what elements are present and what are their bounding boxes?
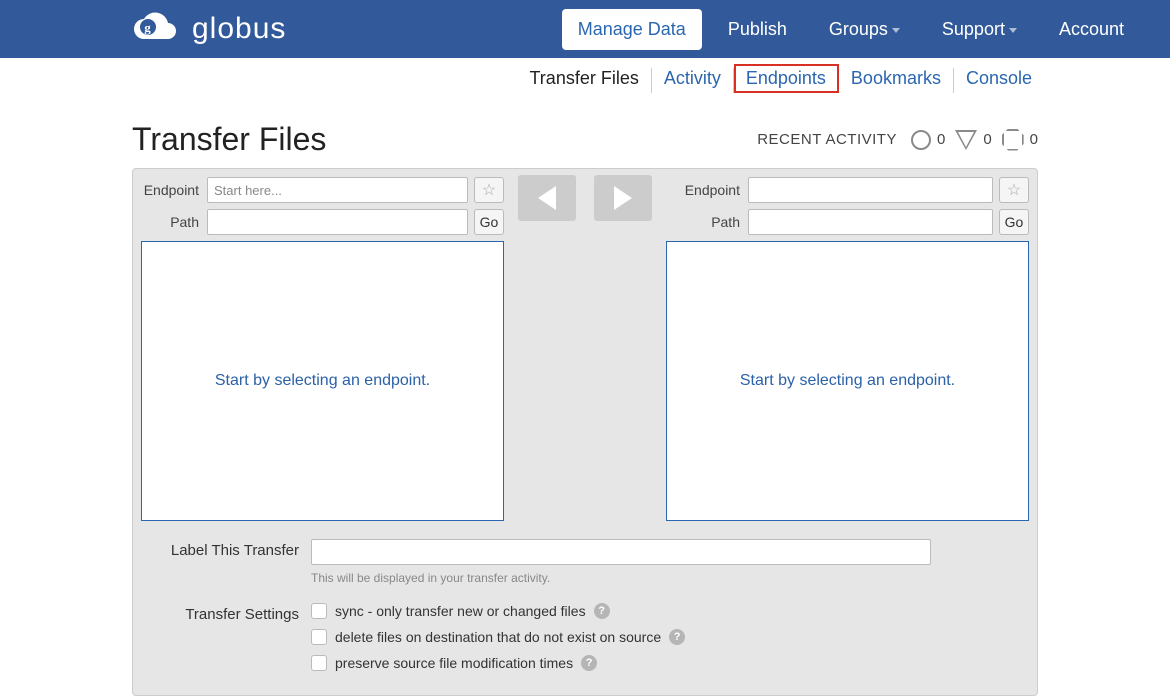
- source-endpoint-input[interactable]: [207, 177, 468, 203]
- help-icon[interactable]: ?: [669, 629, 685, 645]
- globus-cloud-icon: g: [130, 11, 180, 47]
- destination-bookmark-button[interactable]: ☆: [999, 177, 1029, 203]
- destination-path-input[interactable]: [748, 209, 993, 235]
- star-icon: ☆: [482, 180, 496, 200]
- subnav-endpoints[interactable]: Endpoints: [734, 64, 839, 93]
- nav-publish[interactable]: Publish: [712, 9, 803, 50]
- triangle-icon: [955, 130, 977, 150]
- source-go-button[interactable]: Go: [474, 209, 504, 235]
- label-transfer-input[interactable]: [311, 539, 931, 565]
- source-file-list[interactable]: Start by selecting an endpoint.: [141, 241, 504, 521]
- top-menu: Manage Data Publish Groups Support Accou…: [562, 9, 1140, 50]
- transfer-panel: Endpoint ☆ Path Go Start by selecting an…: [132, 168, 1038, 696]
- page-title: Transfer Files: [132, 121, 326, 158]
- recent-activity-ok[interactable]: 0: [911, 130, 945, 150]
- star-icon: ☆: [1007, 180, 1021, 200]
- endpoint-label: Endpoint: [666, 182, 742, 198]
- destination-file-list[interactable]: Start by selecting an endpoint.: [666, 241, 1029, 521]
- octagon-icon: [1002, 129, 1024, 151]
- setting-preserve-mtime-label: preserve source file modification times: [335, 655, 573, 671]
- subnav-console[interactable]: Console: [954, 68, 1032, 93]
- path-label: Path: [666, 214, 742, 230]
- path-label: Path: [141, 214, 201, 230]
- sub-nav: Transfer Files Activity Endpoints Bookma…: [0, 58, 1170, 93]
- nav-groups[interactable]: Groups: [813, 9, 916, 50]
- destination-pane: Endpoint ☆ Path Go Start by selecting an…: [666, 177, 1029, 521]
- subnav-bookmarks[interactable]: Bookmarks: [839, 68, 954, 93]
- subnav-activity[interactable]: Activity: [652, 68, 734, 93]
- destination-go-button[interactable]: Go: [999, 209, 1029, 235]
- transfer-direction-buttons: [518, 175, 652, 221]
- source-placeholder-text: Start by selecting an endpoint.: [215, 372, 430, 390]
- svg-text:g: g: [144, 20, 152, 35]
- arrow-left-icon: [538, 186, 556, 210]
- top-nav-bar: g globus Manage Data Publish Groups Supp…: [0, 0, 1170, 58]
- nav-support-label: Support: [942, 19, 1005, 40]
- brand-name: globus: [192, 12, 286, 46]
- destination-placeholder-text: Start by selecting an endpoint.: [740, 372, 955, 390]
- recent-activity-warn[interactable]: 0: [955, 130, 991, 150]
- circle-icon: [911, 130, 931, 150]
- nav-manage-data[interactable]: Manage Data: [562, 9, 702, 50]
- arrow-right-icon: [614, 186, 632, 210]
- chevron-down-icon: [892, 28, 900, 33]
- chevron-down-icon: [1009, 28, 1017, 33]
- endpoint-label: Endpoint: [141, 182, 201, 198]
- source-pane: Endpoint ☆ Path Go Start by selecting an…: [141, 177, 504, 521]
- transfer-settings: sync - only transfer new or changed file…: [311, 603, 685, 671]
- nav-groups-label: Groups: [829, 19, 888, 40]
- label-transfer-label: Label This Transfer: [149, 539, 299, 559]
- transfer-settings-label: Transfer Settings: [149, 603, 299, 623]
- subnav-transfer-files[interactable]: Transfer Files: [517, 68, 651, 93]
- help-icon[interactable]: ?: [594, 603, 610, 619]
- recent-activity-ok-count: 0: [937, 131, 945, 148]
- help-icon[interactable]: ?: [581, 655, 597, 671]
- recent-activity-stop-count: 0: [1030, 131, 1038, 148]
- setting-sync-label: sync - only transfer new or changed file…: [335, 603, 586, 619]
- nav-support[interactable]: Support: [926, 9, 1033, 50]
- recent-activity-warn-count: 0: [983, 131, 991, 148]
- transfer-left-button[interactable]: [518, 175, 576, 221]
- setting-preserve-mtime[interactable]: preserve source file modification times …: [311, 655, 685, 671]
- recent-activity-stop[interactable]: 0: [1002, 129, 1038, 151]
- setting-sync[interactable]: sync - only transfer new or changed file…: [311, 603, 685, 619]
- checkbox-icon[interactable]: [311, 629, 327, 645]
- transfer-right-button[interactable]: [594, 175, 652, 221]
- label-transfer-helper: This will be displayed in your transfer …: [311, 571, 1021, 585]
- recent-activity: RECENT ACTIVITY 0 0 0: [757, 129, 1038, 151]
- checkbox-icon[interactable]: [311, 603, 327, 619]
- source-path-input[interactable]: [207, 209, 468, 235]
- setting-delete-label: delete files on destination that do not …: [335, 629, 661, 645]
- source-bookmark-button[interactable]: ☆: [474, 177, 504, 203]
- brand-logo[interactable]: g globus: [130, 11, 286, 47]
- transfer-options-form: Label This Transfer This will be display…: [141, 539, 1029, 687]
- checkbox-icon[interactable]: [311, 655, 327, 671]
- nav-account[interactable]: Account: [1043, 9, 1140, 50]
- destination-endpoint-input[interactable]: [748, 177, 993, 203]
- recent-activity-label: RECENT ACTIVITY: [757, 131, 897, 148]
- setting-delete[interactable]: delete files on destination that do not …: [311, 629, 685, 645]
